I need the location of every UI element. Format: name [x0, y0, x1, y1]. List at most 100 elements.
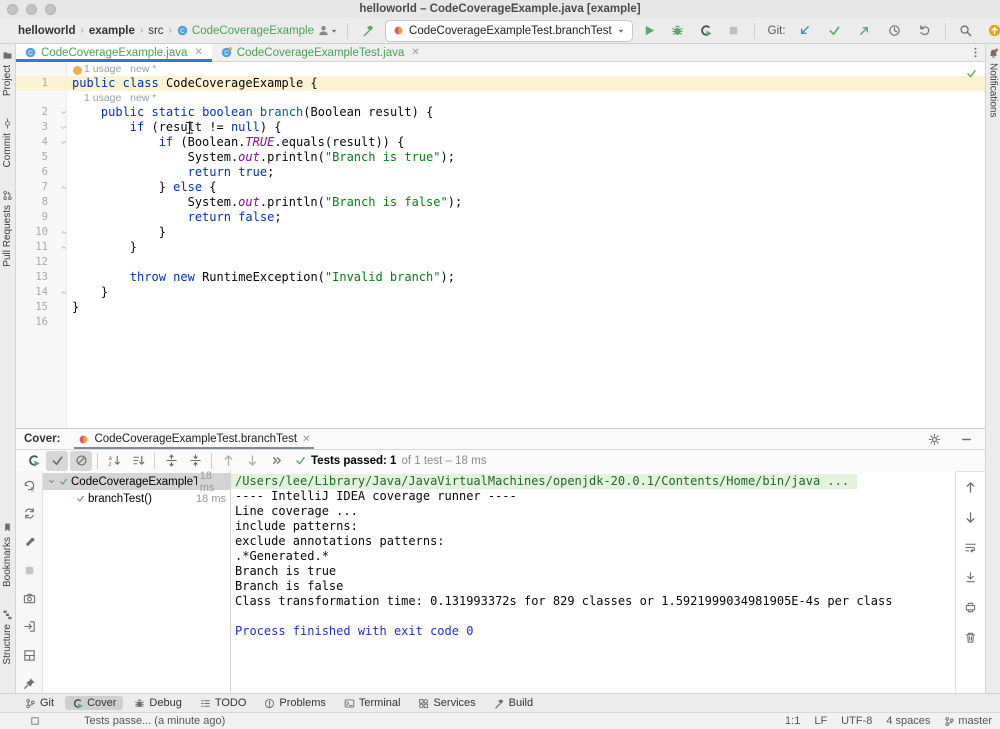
fold-expanded-icon[interactable] — [59, 123, 68, 132]
tool-window-button-git[interactable]: Git — [18, 696, 61, 710]
test-tree-row[interactable]: CodeCoverageExampleTest18 ms — [43, 473, 230, 490]
code-line[interactable]: 12 — [16, 255, 985, 270]
fold-collapsed-icon[interactable] — [59, 243, 68, 252]
sort-by-duration-button[interactable] — [127, 451, 149, 471]
tool-window-button-build[interactable]: Build — [487, 696, 540, 710]
caret-position[interactable]: 1:1 — [785, 715, 800, 727]
close-icon[interactable]: ✕ — [302, 434, 310, 445]
profile-button[interactable] — [316, 21, 338, 41]
tool-window-button-commit[interactable]: Commit — [2, 118, 13, 167]
stop-button[interactable] — [723, 21, 745, 41]
scroll-to-end-button[interactable] — [960, 567, 982, 587]
collapse-all-button[interactable] — [184, 451, 206, 471]
tool-window-button-problems[interactable]: Problems — [257, 696, 332, 710]
tool-window-button-notifications[interactable]: Notifications — [988, 48, 999, 117]
editor-tab[interactable]: CCodeCoverageExampleTest.java✕ — [212, 44, 429, 61]
fold-collapsed-icon[interactable] — [59, 228, 68, 237]
line-separator[interactable]: LF — [814, 715, 827, 727]
code-line[interactable]: 13 throw new RuntimeException("Invalid b… — [16, 270, 985, 285]
tool-window-button-bookmarks[interactable]: Bookmarks — [2, 522, 13, 587]
fold-collapsed-icon[interactable] — [59, 183, 68, 192]
hide-panel-button[interactable] — [955, 429, 977, 449]
stop-process-button[interactable] — [18, 561, 40, 580]
push-button[interactable] — [854, 21, 876, 41]
soft-wrap-button[interactable] — [960, 537, 982, 557]
clear-all-button[interactable] — [960, 627, 982, 647]
screenshot-button[interactable] — [18, 589, 40, 608]
breadcrumb-item[interactable]: helloworld — [16, 24, 78, 38]
run-with-coverage-button[interactable] — [695, 21, 717, 41]
tool-window-button-services[interactable]: Services — [411, 696, 482, 710]
tool-window-button-debug[interactable]: Debug — [127, 696, 188, 710]
code-line[interactable]: 15} — [16, 300, 985, 315]
chevron-down-icon[interactable] — [47, 477, 56, 486]
update-project-button[interactable] — [794, 21, 816, 41]
coverage-settings-button[interactable] — [923, 429, 945, 449]
close-icon[interactable]: ✕ — [194, 47, 202, 58]
tool-window-button-todo[interactable]: TODO — [193, 696, 254, 710]
code-line[interactable]: 7 } else { — [16, 180, 985, 195]
breadcrumb-item[interactable]: example — [87, 24, 137, 38]
file-encoding[interactable]: UTF-8 — [841, 715, 872, 727]
scroll-down-button[interactable] — [960, 507, 982, 527]
run-configuration-select[interactable]: CodeCoverageExampleTest.branchTest — [385, 20, 633, 42]
import-tests-button[interactable] — [18, 617, 40, 636]
code-editor[interactable]: 1 usage new *1public class CodeCoverageE… — [16, 62, 985, 428]
code-line[interactable]: 14 } — [16, 285, 985, 300]
layout-settings-button[interactable] — [18, 646, 40, 665]
expand-all-button[interactable] — [160, 451, 182, 471]
scroll-up-button[interactable] — [960, 477, 982, 497]
tool-window-button-cover[interactable]: Cover — [65, 696, 123, 710]
code-line[interactable]: 2 public static boolean branch(Boolean r… — [16, 105, 985, 120]
next-occurrence-button[interactable] — [241, 451, 263, 471]
tab-options-kebab-icon[interactable] — [969, 46, 982, 59]
tool-window-button-pull-requests[interactable]: Pull Requests — [2, 190, 13, 267]
ide-updates-button[interactable] — [984, 21, 1000, 41]
coverage-tab[interactable]: CodeCoverageExampleTest.branchTest ✕ — [74, 429, 314, 449]
inspections-ok-icon[interactable] — [966, 68, 977, 79]
more-actions-button[interactable] — [265, 451, 287, 471]
test-runner-settings-button[interactable] — [18, 533, 40, 552]
code-line[interactable]: 4 if (Boolean.TRUE.equals(result)) { — [16, 135, 985, 150]
fold-collapsed-icon[interactable] — [59, 288, 68, 297]
fold-expanded-icon[interactable] — [59, 138, 68, 147]
code-line[interactable]: 5 System.out.println("Branch is true"); — [16, 150, 985, 165]
previous-occurrence-button[interactable] — [217, 451, 239, 471]
code-line[interactable]: 3 if (result != null) { — [16, 120, 985, 135]
indent-style[interactable]: 4 spaces — [886, 715, 930, 727]
search-everywhere-button[interactable] — [955, 21, 977, 41]
code-line[interactable]: 1public class CodeCoverageExample { — [16, 76, 985, 91]
show-ignored-toggle[interactable] — [70, 451, 92, 471]
test-history-button[interactable]: 9 — [18, 476, 40, 495]
inlay-hint[interactable]: 1 usage new * — [66, 91, 156, 105]
pin-tab-button[interactable] — [18, 674, 40, 693]
sort-alphabetically-button[interactable]: az — [103, 451, 125, 471]
status-message[interactable]: Tests passe... (a minute ago) — [84, 715, 225, 727]
run-console[interactable]: /Users/lee/Library/Java/JavaVirtualMachi… — [231, 471, 955, 693]
build-project-button[interactable] — [357, 21, 379, 41]
fold-expanded-icon[interactable] — [59, 108, 68, 117]
rerun-coverage-button[interactable] — [22, 451, 44, 471]
rollback-button[interactable] — [914, 21, 936, 41]
commit-button[interactable] — [824, 21, 846, 41]
code-line[interactable]: 8 System.out.println("Branch is false"); — [16, 195, 985, 210]
test-tree[interactable]: CodeCoverageExampleTest18 msbranchTest()… — [43, 471, 231, 693]
close-icon[interactable]: ✕ — [411, 47, 419, 58]
history-button[interactable] — [884, 21, 906, 41]
debug-button[interactable] — [667, 21, 689, 41]
code-line[interactable]: 11 } — [16, 240, 985, 255]
breadcrumb-item[interactable]: src — [146, 24, 165, 38]
git-branch-widget[interactable]: master — [944, 715, 992, 727]
breadcrumb-item[interactable]: CCodeCoverageExample — [175, 24, 316, 38]
window-icon[interactable] — [30, 716, 40, 726]
tool-window-button-terminal[interactable]: Terminal — [337, 696, 408, 710]
tool-window-button-structure[interactable]: Structure — [2, 609, 13, 665]
code-line[interactable]: 10 } — [16, 225, 985, 240]
test-tree-row[interactable]: branchTest()18 ms — [43, 490, 230, 507]
tool-window-button-project[interactable]: Project — [2, 50, 13, 96]
code-line[interactable]: 9 return false; — [16, 210, 985, 225]
rerun-failed-tests-button[interactable] — [18, 504, 40, 523]
editor-tab[interactable]: CCodeCoverageExample.java✕ — [16, 44, 212, 61]
code-line[interactable]: 16 — [16, 315, 985, 330]
show-passed-toggle[interactable] — [46, 451, 68, 471]
